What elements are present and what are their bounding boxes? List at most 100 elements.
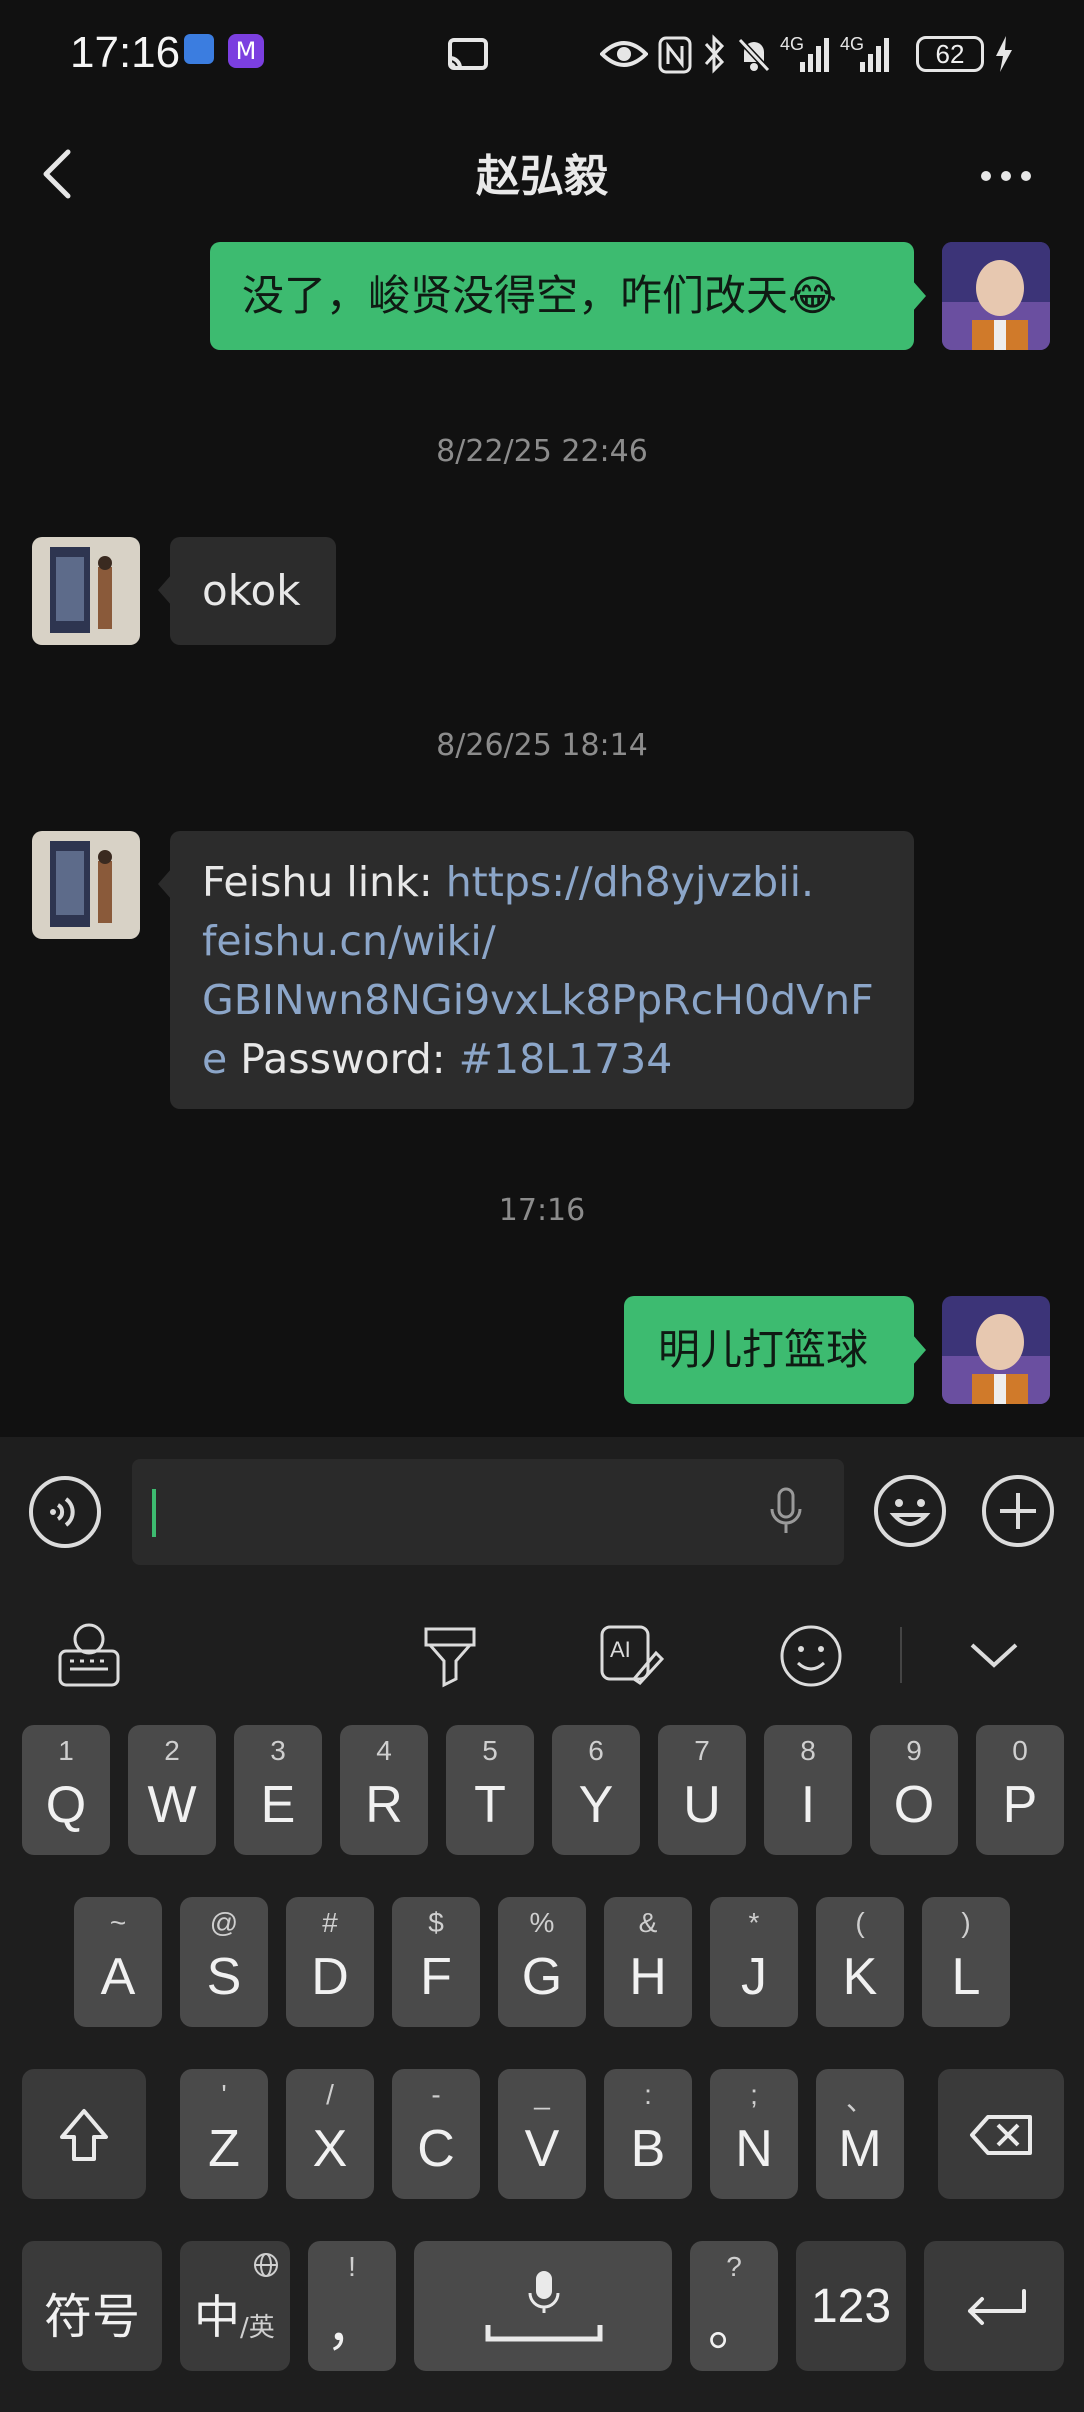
key-label: K: [842, 1948, 878, 2006]
key-label: O: [893, 1776, 935, 1834]
bubble-tail: [912, 280, 926, 312]
symbols-key[interactable]: 符号: [22, 2241, 162, 2371]
key-n[interactable]: ; N: [710, 2069, 798, 2199]
key-f[interactable]: $ F: [392, 1897, 480, 2027]
toolbar-divider: [900, 1627, 902, 1683]
enter-key[interactable]: [924, 2241, 1064, 2371]
key-y[interactable]: 6Y: [552, 1725, 640, 1855]
key-label: Z: [208, 2120, 240, 2178]
key-label: E: [260, 1776, 296, 1834]
key-label: V: [524, 2120, 560, 2178]
key-a[interactable]: ~ A: [74, 1897, 162, 2027]
key-t[interactable]: 5T: [446, 1725, 534, 1855]
comma-key[interactable]: !，: [308, 2241, 396, 2371]
key-z[interactable]: ' Z: [180, 2069, 268, 2199]
emoji-icon[interactable]: [872, 1473, 948, 1549]
message-bubble-sent[interactable]: 没了，峻贤没得空，咋们改天😂: [210, 242, 914, 350]
add-more-icon[interactable]: [980, 1473, 1056, 1549]
key-s[interactable]: @ S: [180, 1897, 268, 2027]
numbers-key[interactable]: 123: [796, 2241, 906, 2371]
key-q[interactable]: 1Q: [22, 1725, 110, 1855]
key-l[interactable]: ) L: [922, 1897, 1010, 2027]
key-o[interactable]: 9O: [870, 1725, 958, 1855]
key-d[interactable]: # D: [286, 1897, 374, 2027]
chat-title: 赵弘毅: [476, 151, 608, 202]
key-alt: -: [431, 2079, 441, 2110]
key-x[interactable]: / X: [286, 2069, 374, 2199]
key-h[interactable]: & H: [604, 1897, 692, 2027]
key-alt: !: [348, 2251, 356, 2282]
period-key[interactable]: ?。: [690, 2241, 778, 2371]
key-label: R: [365, 1776, 403, 1834]
password-value[interactable]: #18L1734: [459, 1035, 673, 1083]
feishu-link-continued[interactable]: e: [202, 1035, 227, 1083]
enter-icon: [968, 2289, 1026, 2325]
key-k[interactable]: (K: [816, 1897, 904, 2027]
key-label: I: [800, 1776, 816, 1834]
feishu-link-continued[interactable]: feishu.cn/wiki/: [202, 917, 496, 965]
key-j[interactable]: * J: [710, 1897, 798, 2027]
backspace-key[interactable]: [938, 2069, 1064, 2199]
key-alt: 7: [694, 1735, 710, 1766]
timestamp: 17:16: [498, 1193, 586, 1228]
key-alt: 0: [1012, 1735, 1028, 1766]
key-label: U: [683, 1776, 721, 1834]
contact-avatar[interactable]: [32, 537, 140, 645]
cast-icon: [448, 38, 488, 70]
key-alt: /英: [240, 2313, 275, 2343]
key-alt: 4: [376, 1735, 392, 1766]
key-alt: %: [529, 1907, 555, 1938]
clipboard-icon[interactable]: [420, 1623, 480, 1691]
key-e[interactable]: 3E: [234, 1725, 322, 1855]
my-avatar[interactable]: [942, 242, 1050, 350]
bluetooth-icon: [704, 34, 725, 74]
my-avatar[interactable]: [942, 1296, 1050, 1404]
key-r[interactable]: 4R: [340, 1725, 428, 1855]
key-label: 中: [194, 2290, 240, 2344]
key-label: T: [474, 1776, 506, 1834]
collapse-keyboard-icon[interactable]: [968, 1641, 1020, 1671]
key-m[interactable]: 、 M: [816, 2069, 904, 2199]
key-p[interactable]: 0P: [976, 1725, 1064, 1855]
key-c[interactable]: -C: [392, 2069, 480, 2199]
microphone-icon[interactable]: [768, 1487, 804, 1537]
key-label: N: [735, 2120, 773, 2178]
key-b[interactable]: :B: [604, 2069, 692, 2199]
feishu-link-continued[interactable]: GBINwn8NGi9vxLk8PpRcH0dVnF: [202, 976, 874, 1024]
battery-level: 62: [935, 39, 965, 69]
emoji-keyboard-icon[interactable]: [778, 1623, 844, 1689]
contact-avatar[interactable]: [32, 831, 140, 939]
key-i[interactable]: 8I: [764, 1725, 852, 1855]
message-text: 没了，峻贤没得空，咋们改天😂: [242, 271, 838, 320]
key-alt: (: [855, 1907, 865, 1938]
key-v[interactable]: _ V: [498, 2069, 586, 2199]
message-input[interactable]: [132, 1459, 844, 1565]
key-w[interactable]: 2W: [128, 1725, 216, 1855]
key-label: Q: [45, 1776, 87, 1834]
feishu-link[interactable]: https://dh8yjvzbii.: [446, 858, 814, 906]
key-alt: 8: [800, 1735, 816, 1766]
key-alt: /: [326, 2079, 334, 2110]
key-label: H: [629, 1948, 667, 2006]
shift-key[interactable]: [22, 2069, 146, 2199]
battery-indicator: 62: [916, 36, 984, 72]
more-options-icon[interactable]: [978, 166, 1034, 186]
language-switch-key[interactable]: 中 /英: [180, 2241, 290, 2371]
message-bubble-sent[interactable]: 明儿打篮球: [624, 1296, 914, 1404]
key-alt: ': [221, 2079, 227, 2110]
key-alt: 、: [845, 2085, 874, 2116]
ai-writing-icon[interactable]: AI: [598, 1623, 664, 1689]
key-alt: _: [534, 2079, 550, 2110]
message-bubble-received[interactable]: okok: [170, 537, 336, 645]
message-bubble-received[interactable]: Feishu link: https://dh8yjvzbii. feishu.…: [170, 831, 914, 1109]
key-alt: 1: [58, 1735, 74, 1766]
voice-input-icon[interactable]: [28, 1475, 102, 1549]
key-alt: 2: [164, 1735, 180, 1766]
timestamp: 8/26/25 18:14: [436, 728, 648, 763]
keyboard-language-icon[interactable]: [56, 1621, 122, 1689]
space-key[interactable]: [414, 2241, 672, 2371]
key-alt: $: [428, 1907, 444, 1938]
space-mic-icon: [485, 2271, 603, 2342]
key-g[interactable]: % G: [498, 1897, 586, 2027]
key-u[interactable]: 7U: [658, 1725, 746, 1855]
